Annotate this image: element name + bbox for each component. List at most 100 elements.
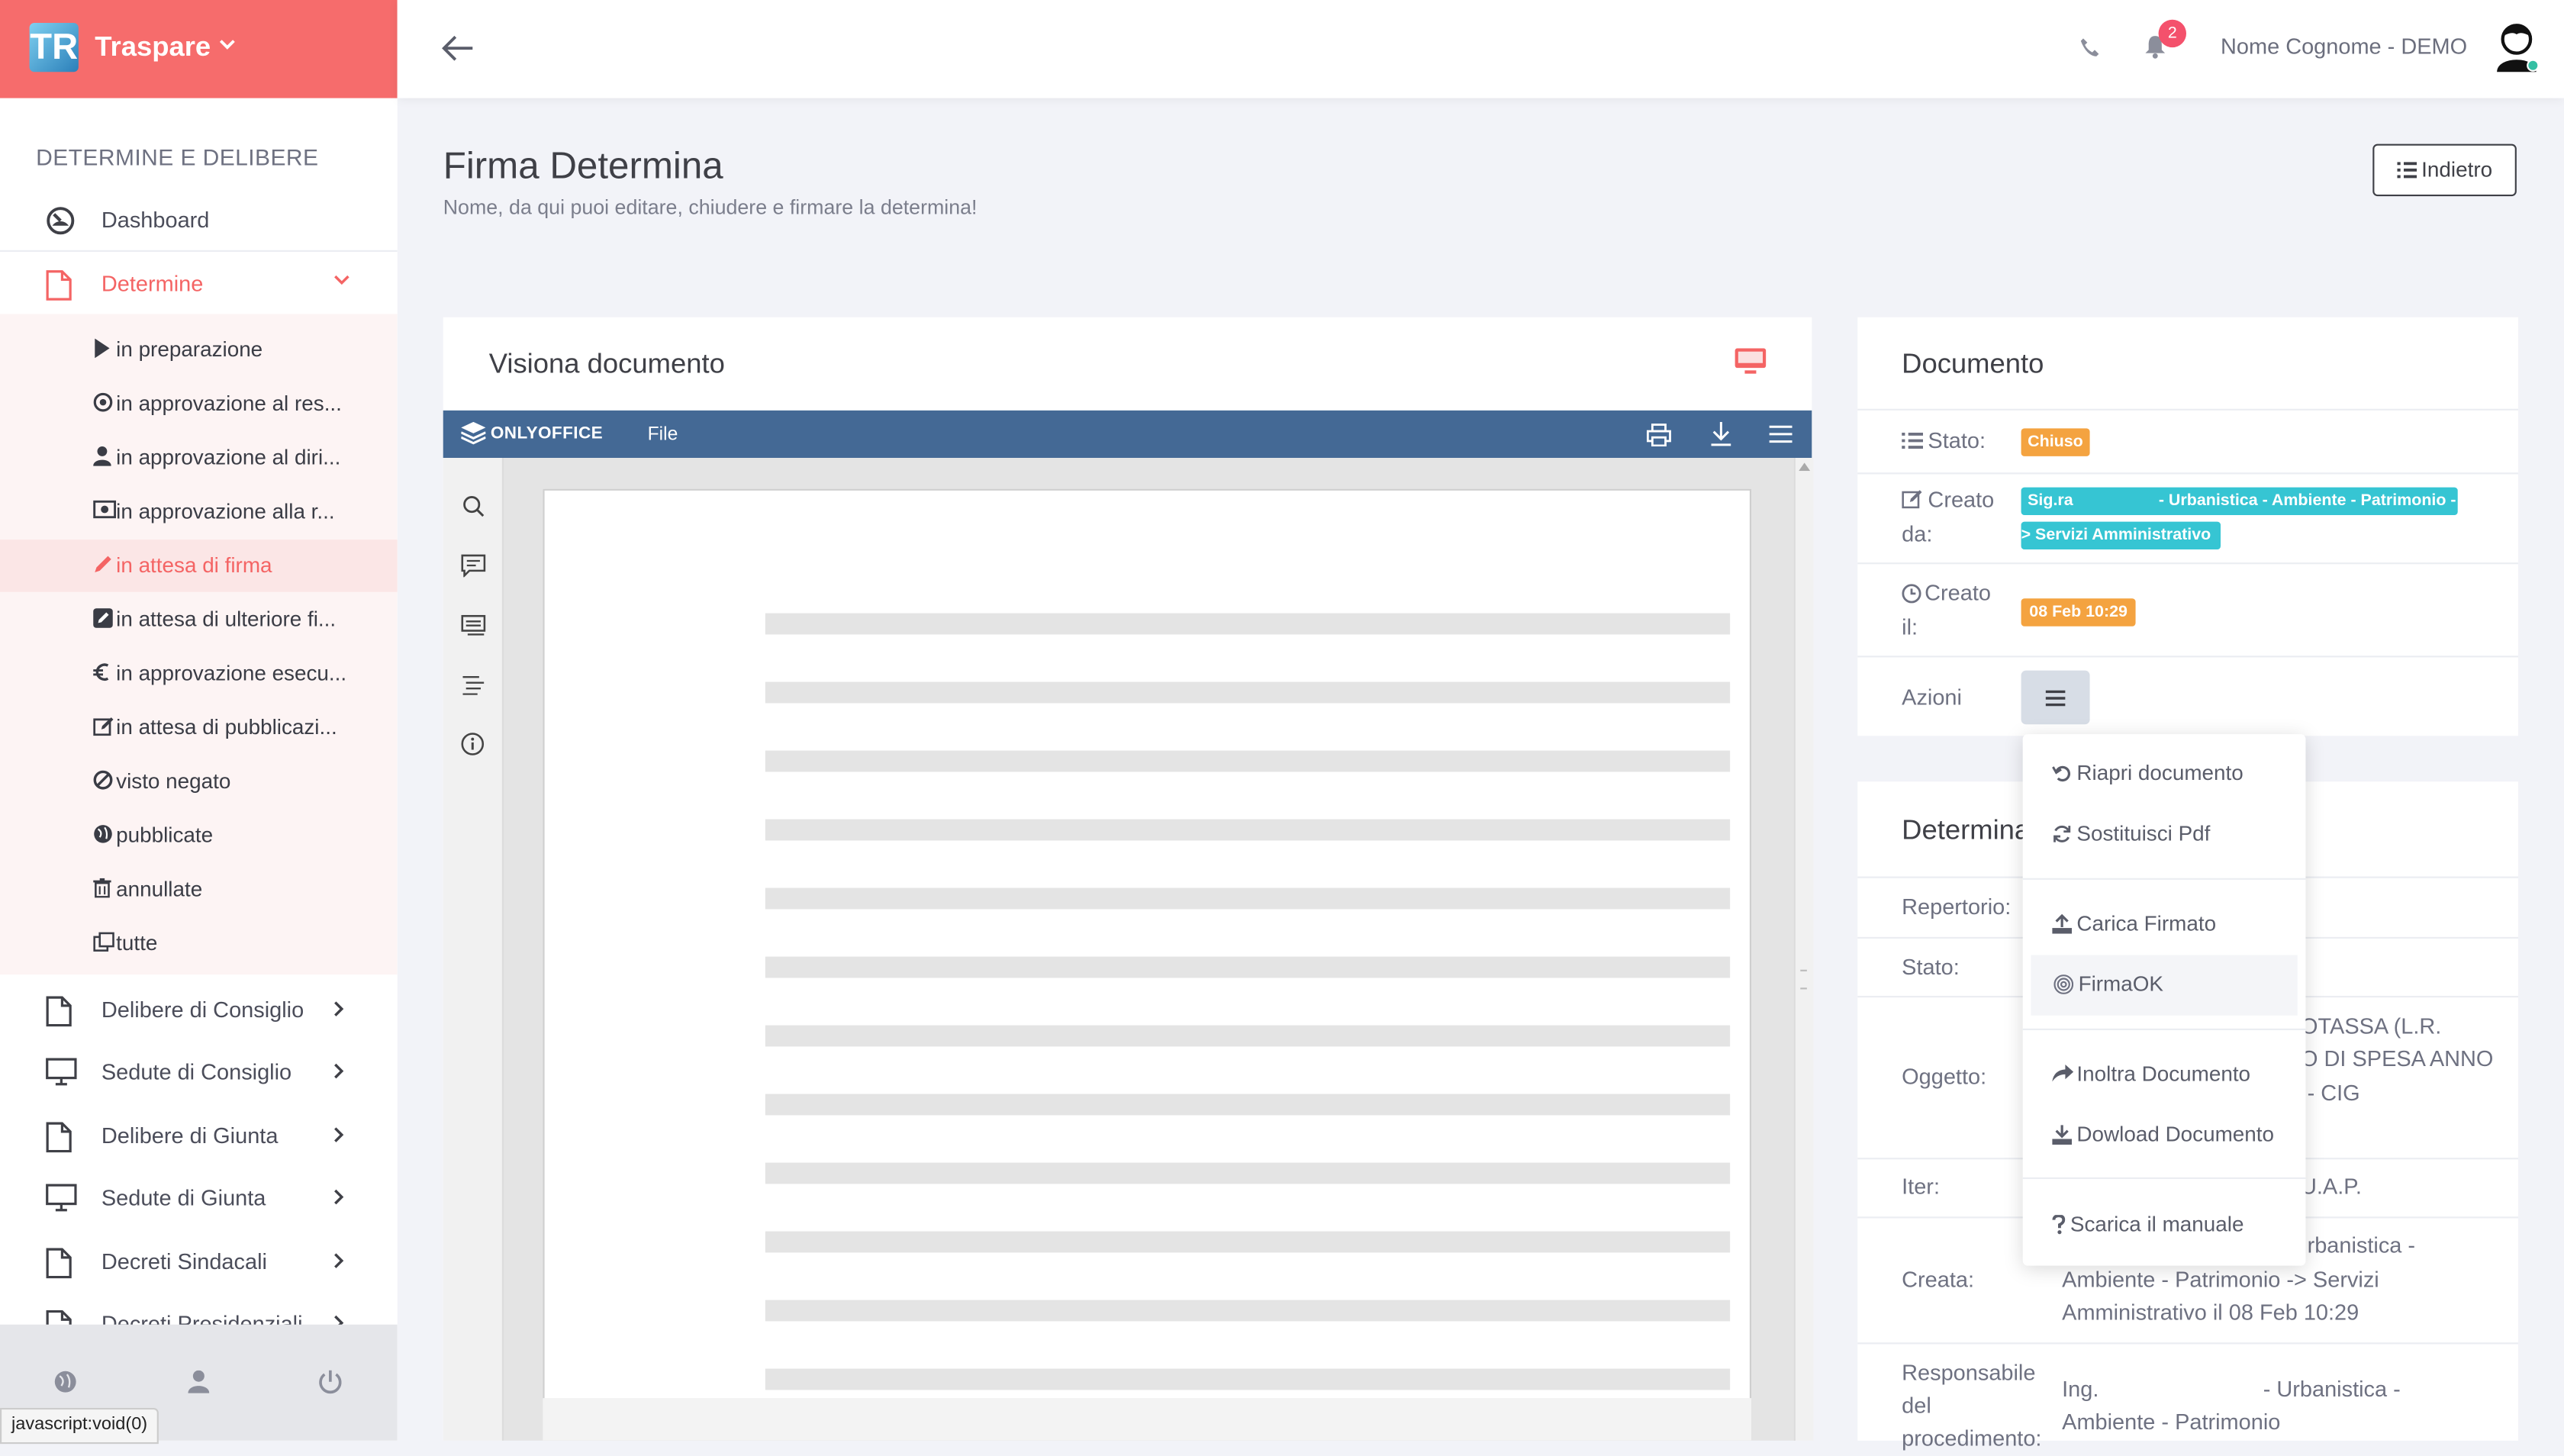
sidebar-item-sedute-consiglio[interactable]: Sedute di Consiglio (0, 1042, 398, 1103)
document-text-line (765, 681, 1731, 704)
submenu-label: in attesa di ulteriore fi... (116, 607, 337, 632)
submenu-in-approvazione-esecu[interactable]: in approvazione esecu... (0, 648, 398, 701)
document-viewer-card: Visiona documento ONLYOFFICE File (443, 317, 1814, 1441)
file-menu[interactable]: File (648, 425, 678, 445)
sidebar-item-delibere-consiglio[interactable]: Delibere di Consiglio (0, 980, 398, 1042)
onlyoffice-toolbar: ONLYOFFICE File (443, 410, 1812, 458)
edit-icon (93, 717, 114, 736)
chevron-right-icon (334, 1189, 344, 1205)
divider (0, 250, 398, 252)
submenu-in-attesa-pubblicazione[interactable]: in attesa di pubblicazi... (0, 701, 398, 754)
download-icon (2052, 1125, 2072, 1145)
menu-item-riapri-documento[interactable]: Riapri documento (2023, 744, 2306, 804)
viewer-title: Visiona documento (488, 348, 725, 380)
chevron-down-icon[interactable] (219, 39, 235, 50)
creata-value-line: Amministrativo il 08 Feb 10:29 (2062, 1300, 2359, 1325)
globe-icon[interactable] (54, 1371, 77, 1393)
document-text-line (765, 1094, 1731, 1116)
question-icon (2052, 1215, 2066, 1235)
scroll-up-icon[interactable] (1799, 462, 1811, 472)
menu-item-label: Inoltra Documento (2076, 1061, 2251, 1086)
submenu-in-approvazione-r[interactable]: in approvazione alla r... (0, 485, 398, 538)
azioni-label: Azioni (1902, 685, 1962, 710)
chat-icon[interactable] (461, 614, 486, 636)
menu-item-label: Dowload Documento (2076, 1122, 2275, 1147)
document-text-line (765, 1231, 1731, 1253)
iter-label: Iter: (1902, 1174, 1940, 1199)
submenu-in-attesa-ulteriore[interactable]: in attesa di ulteriore fi... (0, 594, 398, 646)
hamburger-menu-icon[interactable] (1769, 425, 1793, 443)
azioni-menu-button[interactable] (2021, 670, 2090, 725)
menu-item-sostituisci-pdf[interactable]: Sostituisci Pdf (2023, 804, 2306, 865)
print-icon[interactable] (1646, 424, 1671, 446)
chevron-right-icon (334, 1001, 344, 1016)
oggetto-value-line: O DI SPESA ANNO (2301, 1046, 2494, 1071)
download-icon[interactable] (1710, 421, 1731, 446)
user-name[interactable]: Nome Cognome - DEMO (2221, 34, 2467, 59)
document-text-line (765, 1368, 1731, 1390)
desktop-icon[interactable] (1735, 348, 1767, 374)
menu-item-inoltra-documento[interactable]: Inoltra Documento (2023, 1045, 2306, 1105)
menu-item-dowload-documento[interactable]: Dowload Documento (2023, 1106, 2306, 1166)
submenu-in-preparazione[interactable]: in preparazione (0, 324, 398, 376)
document-text-line (765, 750, 1731, 772)
file-icon (46, 1122, 72, 1153)
comment-icon[interactable] (461, 554, 486, 578)
submenu-label: in attesa di firma (116, 552, 272, 578)
user-avatar-icon[interactable] (2494, 21, 2540, 74)
sidebar-item-sedute-giunta[interactable]: Sedute di Giunta (0, 1168, 398, 1229)
chevron-down-icon (334, 275, 349, 285)
menu-item-carica-firmato[interactable]: Carica Firmato (2023, 894, 2306, 955)
menu-item-scarica-il-manuale[interactable]: Scarica il manuale (2023, 1195, 2306, 1255)
document-text-line (765, 956, 1731, 978)
sidebar-item-determine[interactable]: Determine (0, 253, 398, 315)
edit-square-icon (93, 608, 113, 628)
search-icon[interactable] (462, 495, 485, 517)
submenu-in-approvazione-res[interactable]: in approvazione al res... (0, 378, 398, 430)
sidebar-item-label: Delibere di Consiglio (101, 997, 304, 1023)
brand-header[interactable]: TR Traspare (0, 0, 398, 98)
submenu-label: annullate (116, 876, 203, 901)
responsabile-department: - Urbanistica - (2263, 1377, 2401, 1402)
sidebar-item-decreti-sindacali[interactable]: Decreti Sindacali (0, 1232, 398, 1293)
phone-icon[interactable] (2080, 37, 2100, 57)
creato-da-title: Sig.ra (2028, 492, 2073, 511)
onlyoffice-scrollbar[interactable] (1793, 458, 1814, 1441)
info-icon[interactable] (461, 733, 485, 755)
documento-title: Documento (1902, 348, 2044, 380)
oggetto-label: Oggetto: (1902, 1065, 1987, 1090)
menu-item-label: FirmaOK (2078, 971, 2163, 996)
submenu-visto-negato[interactable]: visto negato (0, 755, 398, 808)
divider (1857, 656, 2518, 658)
document-text-line (765, 613, 1731, 635)
power-icon[interactable] (317, 1369, 343, 1395)
euro-icon (93, 663, 109, 681)
share-icon (2052, 1065, 2074, 1082)
submenu-tutte[interactable]: tutte (0, 917, 398, 970)
back-arrow-icon[interactable] (442, 34, 475, 62)
document-text-line (765, 819, 1731, 841)
chevron-right-icon (334, 1063, 344, 1079)
back-button-label: Indietro (2421, 156, 2493, 182)
scroll-thumb-grip[interactable] (1800, 969, 1807, 990)
file-icon (46, 1248, 72, 1279)
sidebar-item-dashboard[interactable]: Dashboard (0, 190, 398, 252)
submenu-in-attesa-di-firma[interactable]: in attesa di firma (0, 540, 398, 592)
creato-da-badge-line2: > Servizi Amministrativo (2021, 521, 2221, 549)
user-icon[interactable] (188, 1370, 210, 1393)
creato-da-department: - Urbanistica - Ambiente - Patrimonio - (2158, 492, 2456, 511)
sidebar-item-delibere-giunta[interactable]: Delibere di Giunta (0, 1106, 398, 1168)
onlyoffice-logo: ONLYOFFICE (490, 424, 604, 443)
creata-value-line: Ambiente - Patrimonio -> Servizi (2062, 1267, 2379, 1292)
menu-item-firmaok[interactable]: FirmaOK (2031, 955, 2298, 1016)
submenu-in-approvazione-dir[interactable]: in approvazione al diri... (0, 432, 398, 485)
page-subtitle: Nome, da qui puoi editare, chiudere e fi… (443, 196, 978, 220)
ban-icon (93, 770, 113, 790)
headings-icon[interactable] (462, 675, 485, 695)
brand-name[interactable]: Traspare (95, 31, 211, 64)
repertorio-label: Repertorio: (1902, 894, 2012, 920)
back-button[interactable]: Indietro (2372, 143, 2517, 197)
submenu-pubblicate[interactable]: pubblicate (0, 810, 398, 862)
submenu-annullate[interactable]: annullate (0, 863, 398, 916)
responsabile-title: Ing. (2062, 1377, 2099, 1402)
